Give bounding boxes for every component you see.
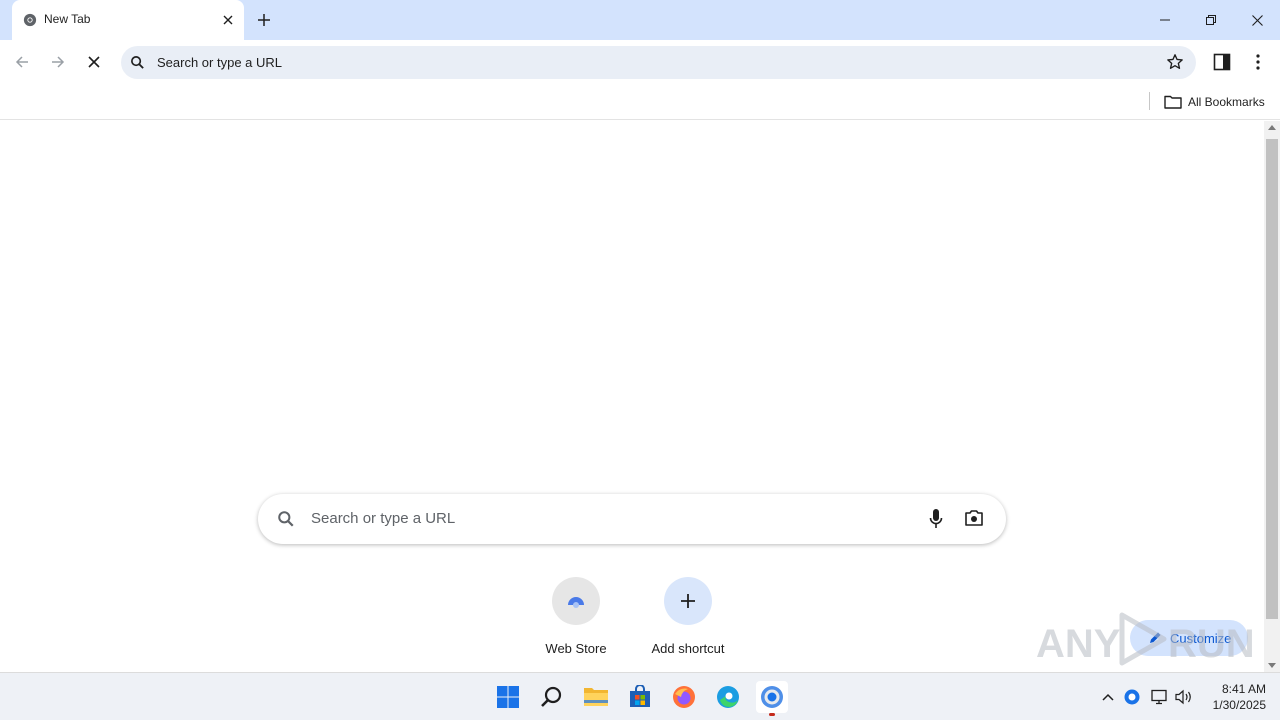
arrow-left-icon xyxy=(15,56,28,68)
browser-toolbar: Search or type a URL xyxy=(0,40,1280,84)
scroll-up-arrow-icon[interactable] xyxy=(1268,125,1276,130)
file-explorer-button[interactable] xyxy=(580,681,612,713)
bookmarks-bar: All Bookmarks xyxy=(0,84,1280,120)
microsoft-store-button[interactable] xyxy=(624,681,656,713)
watermark-text-any: ANY xyxy=(1036,622,1121,666)
firefox-button[interactable] xyxy=(668,681,700,713)
arrow-right-icon xyxy=(52,56,65,68)
firefox-icon xyxy=(673,686,695,708)
tray-overflow-button[interactable] xyxy=(1096,685,1120,709)
search-icon xyxy=(278,511,294,527)
plus-icon xyxy=(664,577,712,625)
clock-date: 1/30/2025 xyxy=(1212,698,1266,712)
shortcut-add[interactable]: Add shortcut xyxy=(632,577,744,669)
speaker-icon xyxy=(1175,689,1191,705)
clock-time: 8:41 AM xyxy=(1221,682,1266,696)
shortcut-label: Web Store xyxy=(545,641,607,656)
bookmarks-divider xyxy=(1149,92,1150,110)
tab-title: New Tab xyxy=(44,12,91,26)
scroll-down-arrow-icon[interactable] xyxy=(1268,663,1276,668)
network-icon xyxy=(1151,689,1167,705)
folder-icon xyxy=(584,688,608,706)
taskbar-search-button[interactable] xyxy=(536,681,568,713)
side-panel-icon xyxy=(1213,53,1231,71)
shortcut-label: Add shortcut xyxy=(651,641,725,656)
close-icon xyxy=(1251,14,1263,26)
store-bag-icon xyxy=(630,685,650,707)
chevron-up-icon xyxy=(1102,693,1114,701)
network-button[interactable] xyxy=(1148,685,1172,709)
new-tab-page: Search or type a URL Web Store Add short… xyxy=(0,121,1264,672)
shortcut-web-store[interactable]: Web Store xyxy=(520,577,632,669)
kebab-menu-icon xyxy=(1256,54,1260,70)
edge-button[interactable] xyxy=(712,681,744,713)
folder-icon xyxy=(1164,95,1182,109)
volume-button[interactable] xyxy=(1172,685,1196,709)
minimize-button[interactable] xyxy=(1142,0,1188,40)
windows-logo-icon xyxy=(497,686,519,708)
plus-icon xyxy=(258,14,270,26)
restore-icon xyxy=(1206,15,1216,25)
chrome-favicon-icon xyxy=(23,13,37,27)
bookmark-star-icon[interactable] xyxy=(1166,53,1184,71)
tab-new-tab[interactable]: New Tab xyxy=(12,0,244,40)
windows-start-button[interactable] xyxy=(492,681,524,713)
close-window-button[interactable] xyxy=(1234,0,1280,40)
address-bar-placeholder: Search or type a URL xyxy=(157,55,283,70)
all-bookmarks-label: All Bookmarks xyxy=(1188,95,1265,109)
search-icon xyxy=(131,56,144,69)
scrollbar-thumb[interactable] xyxy=(1266,139,1278,619)
forward-button[interactable] xyxy=(44,48,72,76)
minimize-icon xyxy=(1160,19,1170,21)
chrome-menu-button[interactable] xyxy=(1246,50,1270,74)
tray-app-icon xyxy=(1124,689,1140,705)
side-panel-button[interactable] xyxy=(1210,50,1234,74)
stop-loading-button[interactable] xyxy=(80,48,108,76)
browser-titlebar: New Tab xyxy=(0,0,1280,40)
customize-button[interactable]: Customize xyxy=(1130,620,1248,656)
camera-search-icon[interactable] xyxy=(964,509,984,527)
all-bookmarks-button[interactable]: All Bookmarks xyxy=(1164,92,1265,112)
customize-label: Customize xyxy=(1170,630,1232,646)
web-store-icon xyxy=(552,577,600,625)
new-tab-button[interactable] xyxy=(252,8,276,32)
active-app-indicator xyxy=(769,713,775,716)
page-scrollbar[interactable] xyxy=(1264,121,1280,672)
restore-button[interactable] xyxy=(1188,0,1234,40)
edge-icon xyxy=(717,686,739,708)
tab-close-icon[interactable] xyxy=(218,10,238,30)
address-bar[interactable]: Search or type a URL xyxy=(121,46,1196,79)
ntp-search-placeholder: Search or type a URL xyxy=(311,510,456,527)
close-icon xyxy=(88,56,100,68)
ntp-search-box[interactable]: Search or type a URL xyxy=(258,494,1006,544)
pencil-icon xyxy=(1150,632,1161,643)
taskbar-clock[interactable]: 8:41 AM 1/30/2025 xyxy=(1196,681,1266,713)
microphone-icon[interactable] xyxy=(929,508,943,530)
windows-taskbar: 8:41 AM 1/30/2025 xyxy=(0,672,1280,720)
tray-app-button[interactable] xyxy=(1120,685,1144,709)
search-icon xyxy=(541,686,562,707)
back-button[interactable] xyxy=(8,48,36,76)
chrome-button[interactable] xyxy=(756,681,788,716)
chrome-icon xyxy=(761,686,783,708)
